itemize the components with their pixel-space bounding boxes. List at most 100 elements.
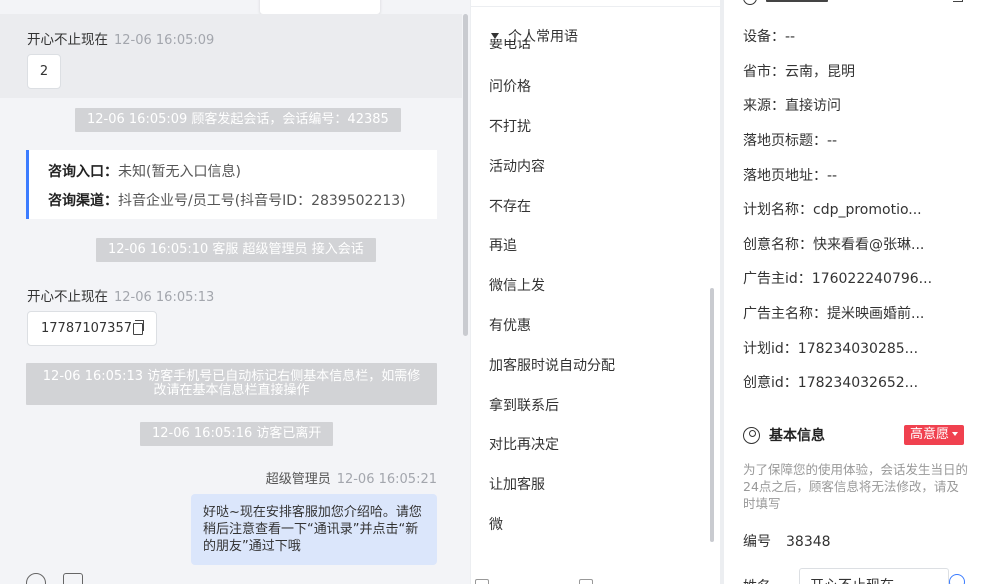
info-label: 落地页标题： — [743, 133, 827, 149]
top-popover — [260, 0, 380, 14]
chat-scrollbar[interactable] — [463, 14, 468, 336]
section-icon — [743, 0, 757, 5]
info-row-advertiser-id: 广告主id：176022240796... — [743, 268, 932, 288]
info-value[interactable]: 快来看看@张琳... — [813, 237, 924, 253]
message-sender: 开心不止现在 — [27, 289, 108, 305]
emoji-icon[interactable] — [26, 573, 46, 584]
agent-message-text: 好哒~现在安排客服加您介绍哈。请您稍后注意查看一下“通讯录”并点击“新的朋友”通… — [203, 505, 422, 554]
info-value[interactable]: 提米映画婚前... — [827, 306, 924, 322]
message-time: 12-06 16:05:13 — [114, 290, 215, 305]
phrase-item[interactable]: 让加客服 — [489, 474, 545, 494]
caret-down-icon — [952, 432, 959, 436]
consult-entry-value: 未知(暂无入口信息) — [118, 164, 241, 180]
name-label: 姓名 — [743, 576, 771, 584]
system-message-auto-tag: 12-06 16:05:13 访客手机号已自动标记右侧基本信息栏，如需修改请在基… — [26, 363, 437, 405]
info-row-number: 编号 38348 — [743, 531, 831, 551]
consult-entry-label: 咨询入口： — [48, 164, 118, 180]
info-value[interactable]: cdp_promotio... — [813, 202, 922, 218]
info-row-landing-url: 落地页地址：-- — [743, 165, 837, 185]
phrase-item[interactable]: 加客服时说自动分配 — [489, 355, 615, 375]
info-label: 来源： — [743, 98, 785, 114]
agent-message-header: 超级管理员 12-06 16:05:21 — [266, 468, 437, 487]
basic-info-section-title: 基本信息 — [743, 425, 825, 445]
intent-level-label: 高意愿 — [910, 427, 950, 442]
highlighted-message — [0, 14, 462, 98]
agent-message-time: 12-06 16:05:21 — [336, 472, 437, 487]
agent-message-bubble[interactable]: 好哒~现在安排客服加您介绍哈。请您稍后注意查看一下“通讯录”并点击“新的朋友”通… — [191, 494, 437, 565]
basic-info-title: 基本信息 — [769, 428, 825, 444]
info-row-source: 来源：直接访问 — [743, 95, 841, 115]
info-label: 广告主名称： — [743, 306, 827, 322]
consult-channel-row: 咨询渠道：抖音企业号/员工号(抖音号ID：2839502213) — [48, 190, 437, 219]
info-label: 创意名称： — [743, 237, 813, 253]
intent-level-dropdown[interactable]: 高意愿 — [904, 425, 965, 445]
info-label: 设备： — [743, 29, 785, 45]
phrase-group-title: 个人常用语 — [508, 29, 578, 45]
phrase-item[interactable]: 拿到联系后 — [489, 395, 559, 415]
agent-name: 超级管理员 — [265, 472, 331, 487]
phrase-item[interactable]: 活动内容 — [489, 156, 545, 176]
user-icon — [743, 426, 760, 444]
number-label: 编号 — [743, 534, 771, 550]
phrase-item[interactable]: 微信上发 — [489, 275, 545, 295]
customer-info-panel: 设备：-- 省市：云南，昆明 来源：直接访问 落地页标题：-- 落地页地址：--… — [724, 0, 985, 584]
phrase-item[interactable]: 微 — [489, 514, 503, 534]
message-time: 12-06 16:05:09 — [114, 33, 215, 48]
phrase-item[interactable]: 不存在 — [489, 196, 531, 216]
info-value[interactable]: 176022240796... — [812, 271, 932, 287]
info-value: -- — [785, 29, 796, 45]
info-row-device: 设备：-- — [743, 26, 795, 46]
caret-down-icon — [491, 33, 499, 39]
info-row-plan-id: 计划id：178234030285... — [743, 338, 918, 358]
section-title-partial — [766, 0, 828, 2]
copy-icon[interactable] — [132, 319, 144, 335]
message-text: 2 — [39, 64, 49, 79]
checkbox[interactable] — [475, 579, 489, 584]
consult-entry-row: 咨询入口：未知(暂无入口信息) — [48, 161, 437, 190]
message-header: 开心不止现在 12-06 16:05:09 — [27, 28, 214, 48]
phrase-item[interactable]: 再追 — [489, 235, 517, 255]
info-value[interactable]: 178234032652... — [798, 375, 918, 391]
phrase-item[interactable]: 不打扰 — [489, 116, 531, 136]
info-value: -- — [827, 133, 838, 149]
system-message-agent-accept: 12-06 16:05:10 客服 超级管理员 接入会话 — [96, 238, 376, 262]
info-row-landing-title: 落地页标题：-- — [743, 130, 837, 150]
info-row-plan-name: 计划名称：cdp_promotio... — [743, 199, 922, 219]
consult-channel-value: 抖音企业号/员工号(抖音号ID：2839502213) — [118, 193, 406, 209]
message-bubble[interactable]: 17787107357 — [27, 311, 157, 346]
quick-phrases-panel: 要电话 个人常用语 问价格 不打扰 活动内容 不存在 再追 微信上发 有优惠 加… — [470, 0, 720, 584]
info-label: 省市： — [743, 64, 785, 80]
info-value: 云南，昆明 — [785, 64, 855, 80]
edit-deadline-note: 为了保障您的使用体验，会话发生当日的24点之后，顾客信息将无法修改，请及时填写 — [743, 462, 969, 511]
info-value[interactable]: 178234030285... — [798, 341, 918, 357]
message-header: 开心不止现在 12-06 16:05:13 — [27, 285, 214, 305]
phrase-item[interactable]: 问价格 — [489, 76, 531, 96]
message-text: 17787107357 — [41, 321, 132, 336]
phrase-scrollbar[interactable] — [710, 288, 714, 542]
message-sender: 开心不止现在 — [27, 32, 108, 48]
info-value: -- — [827, 168, 838, 184]
info-label: 计划名称： — [743, 202, 813, 218]
phrase-item[interactable]: 有优惠 — [489, 315, 531, 335]
checkbox[interactable] — [579, 579, 593, 584]
name-field[interactable]: 开心不止现在 — [799, 568, 949, 584]
divider — [471, 6, 720, 7]
info-label: 创意id： — [743, 375, 798, 391]
system-message-session-start: 12-06 16:05:09 顾客发起会话，会话编号：42385 — [75, 108, 401, 132]
info-label: 落地页地址： — [743, 168, 827, 184]
number-value: 38348 — [786, 534, 831, 550]
info-value: 直接访问 — [785, 98, 841, 114]
edit-icon[interactable] — [953, 0, 963, 2]
info-row-province: 省市：云南，昆明 — [743, 61, 855, 81]
info-label: 计划id： — [743, 341, 798, 357]
info-row-advertiser-name: 广告主名称：提米映画婚前... — [743, 303, 924, 323]
chat-panel: 开心不止现在 12-06 16:05:09 2 12-06 16:05:09 顾客… — [0, 0, 470, 584]
phrase-item[interactable]: 对比再决定 — [489, 434, 559, 454]
edit-name-icon[interactable] — [949, 574, 965, 584]
phrase-group-header[interactable]: 个人常用语 — [491, 26, 578, 46]
consult-info-card: 咨询入口：未知(暂无入口信息) 咨询渠道：抖音企业号/员工号(抖音号ID：283… — [26, 150, 437, 219]
message-bubble[interactable]: 2 — [27, 54, 61, 89]
consult-channel-label: 咨询渠道： — [48, 193, 118, 209]
system-message-visitor-left: 12-06 16:05:16 访客已离开 — [140, 422, 334, 446]
image-icon[interactable] — [63, 573, 83, 584]
